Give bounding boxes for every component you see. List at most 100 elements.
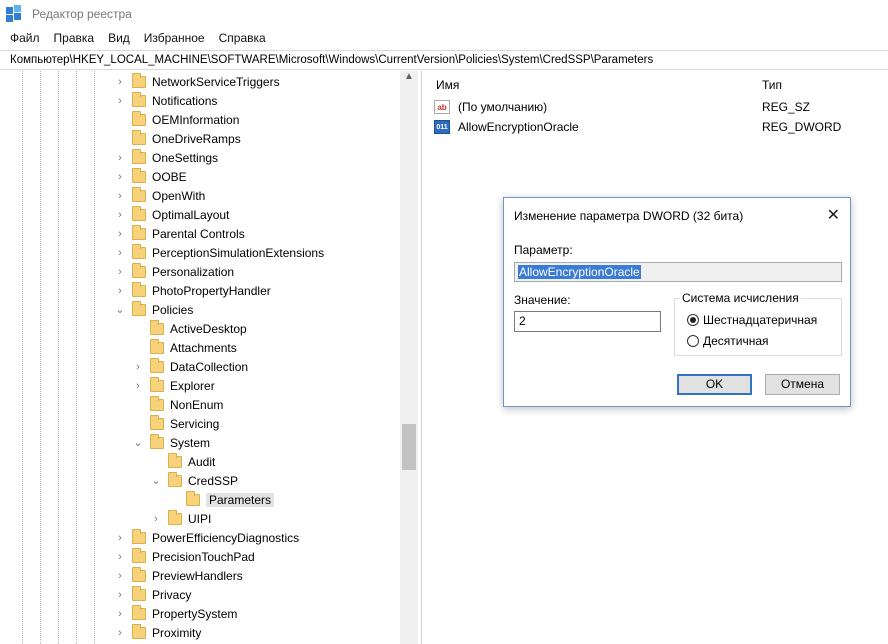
tree-item-policies[interactable]: ⌄ Policies [114, 300, 193, 319]
radix-hex-option[interactable]: Шестнадцатеричная [687, 313, 817, 327]
chevron-right-icon[interactable]: › [114, 627, 126, 639]
tree-item[interactable]: › PerceptionSimulationExtensions [114, 243, 324, 262]
tree-item[interactable]: › Privacy [114, 585, 191, 604]
tree-item-label: System [170, 435, 211, 450]
tree-item[interactable]: › NetworkServiceTriggers [114, 72, 280, 91]
tree-item[interactable]: Servicing [132, 414, 219, 433]
param-label: Параметр: [514, 243, 573, 257]
tree-item[interactable]: › Personalization [114, 262, 234, 281]
tree-item[interactable]: › PreviewHandlers [114, 566, 243, 585]
value-data-input[interactable]: 2 [514, 311, 661, 332]
chevron-right-icon[interactable]: › [132, 361, 144, 373]
tree-item[interactable]: › OpenWith [114, 186, 205, 205]
chevron-right-icon[interactable]: › [114, 190, 126, 202]
chevron-right-icon[interactable]: › [114, 209, 126, 221]
tree-guide-line [76, 71, 77, 644]
tree-item[interactable]: › PhotoPropertyHandler [114, 281, 271, 300]
value-name: (По умолчанию) [458, 100, 548, 114]
chevron-right-icon[interactable]: › [150, 513, 162, 525]
param-name-field[interactable]: AllowEncryptionOracle [514, 262, 842, 282]
folder-icon [132, 167, 146, 183]
chevron-right-icon[interactable]: › [114, 95, 126, 107]
value-row-allowencryptionoracle[interactable]: 011 AllowEncryptionOracle REG_DWORD [432, 117, 882, 137]
tree-scrollbar[interactable]: ▲ [400, 71, 418, 644]
menu-file[interactable]: Файл [10, 31, 40, 45]
window-title: Редактор реестра [32, 7, 132, 21]
folder-icon [132, 224, 146, 240]
chevron-right-icon[interactable]: › [114, 570, 126, 582]
tree-item-label: Personalization [152, 264, 235, 279]
chevron-down-icon[interactable]: ⌄ [132, 436, 144, 449]
column-header-name[interactable]: Имя [436, 78, 459, 92]
tree-item[interactable]: › OOBE [114, 167, 187, 186]
chevron-right-icon[interactable]: › [114, 551, 126, 563]
folder-icon [150, 414, 164, 430]
value-row-default[interactable]: ab (По умолчанию) REG_SZ [432, 97, 882, 117]
tree-item[interactable]: › DataCollection [132, 357, 248, 376]
chevron-right-icon[interactable]: › [114, 171, 126, 183]
tree-item-label: OptimalLayout [152, 207, 230, 222]
tree-item[interactable]: Audit [150, 452, 215, 471]
tree-item[interactable]: › OptimalLayout [114, 205, 229, 224]
radix-group: Система исчисления Шестнадцатеричная Дес… [674, 291, 842, 356]
folder-icon [132, 281, 146, 297]
tree-item[interactable]: › PrecisionTouchPad [114, 547, 255, 566]
ok-button[interactable]: OK [677, 374, 752, 395]
chevron-right-icon[interactable]: › [114, 608, 126, 620]
folder-icon [132, 72, 146, 88]
close-icon[interactable]: ✕ [827, 205, 840, 225]
radix-dec-option[interactable]: Десятичная [687, 334, 769, 348]
tree-item-parameters[interactable]: Parameters [168, 490, 275, 509]
column-header-type[interactable]: Тип [762, 78, 782, 92]
tree-pane[interactable]: › NetworkServiceTriggers › Notifications O… [0, 71, 422, 644]
tree-item[interactable]: Attachments [132, 338, 237, 357]
chevron-right-icon[interactable]: › [114, 247, 126, 259]
tree-item[interactable]: › PropertySystem [114, 604, 237, 623]
chevron-right-icon[interactable]: › [132, 380, 144, 392]
chevron-down-icon[interactable]: ⌄ [150, 474, 162, 487]
tree-item[interactable]: › Notifications [114, 91, 217, 110]
tree-item[interactable]: NonEnum [132, 395, 223, 414]
menu-favorites[interactable]: Избранное [144, 31, 205, 45]
folder-icon [150, 319, 164, 335]
menu-view[interactable]: Вид [108, 31, 130, 45]
folder-icon [132, 186, 146, 202]
chevron-down-icon[interactable]: ⌄ [114, 303, 126, 316]
radio-unchecked-icon[interactable] [687, 335, 699, 347]
tree-item[interactable]: › UIPI [150, 509, 211, 528]
chevron-right-icon[interactable]: › [114, 152, 126, 164]
chevron-right-icon[interactable]: › [114, 266, 126, 278]
tree-item[interactable]: › PowerEfficiencyDiagnostics [114, 528, 299, 547]
menu-help[interactable]: Справка [219, 31, 266, 45]
radio-checked-icon[interactable] [687, 314, 699, 326]
tree-item-label: Audit [188, 454, 216, 469]
tree-item[interactable]: › Explorer [132, 376, 215, 395]
tree-item-label: Explorer [170, 378, 215, 393]
tree-item[interactable]: OneDriveRamps [114, 129, 241, 148]
tree-item[interactable]: ActiveDesktop [132, 319, 247, 338]
string-value-icon: ab [434, 100, 450, 114]
tree-item[interactable]: › Parental Controls [114, 224, 245, 243]
tree-item-system[interactable]: ⌄ System [132, 433, 210, 452]
chevron-right-icon[interactable]: › [114, 532, 126, 544]
cancel-button[interactable]: Отмена [765, 374, 840, 395]
radix-hex-label: Шестнадцатеричная [703, 313, 818, 327]
chevron-right-icon[interactable]: › [114, 285, 126, 297]
tree-item[interactable]: › Proximity [114, 623, 201, 642]
tree-item-credssp[interactable]: ⌄ CredSSP [150, 471, 238, 490]
address-bar[interactable]: Компьютер\HKEY_LOCAL_MACHINE\SOFTWARE\Mi… [0, 50, 888, 70]
tree-item-label: Parental Controls [152, 226, 245, 241]
chevron-right-icon[interactable]: › [114, 589, 126, 601]
folder-icon [132, 585, 146, 601]
scroll-thumb[interactable] [402, 424, 416, 470]
folder-icon [132, 110, 146, 126]
tree-item[interactable]: › OneSettings [114, 148, 218, 167]
chevron-right-icon[interactable]: › [114, 76, 126, 88]
menu-edit[interactable]: Правка [54, 31, 95, 45]
chevron-right-icon[interactable]: › [114, 228, 126, 240]
tree-item-label: Notifications [152, 93, 218, 108]
scroll-up-arrow-icon[interactable]: ▲ [400, 71, 418, 88]
folder-icon [132, 604, 146, 620]
folder-icon [132, 148, 146, 164]
tree-item[interactable]: OEMInformation [114, 110, 239, 129]
